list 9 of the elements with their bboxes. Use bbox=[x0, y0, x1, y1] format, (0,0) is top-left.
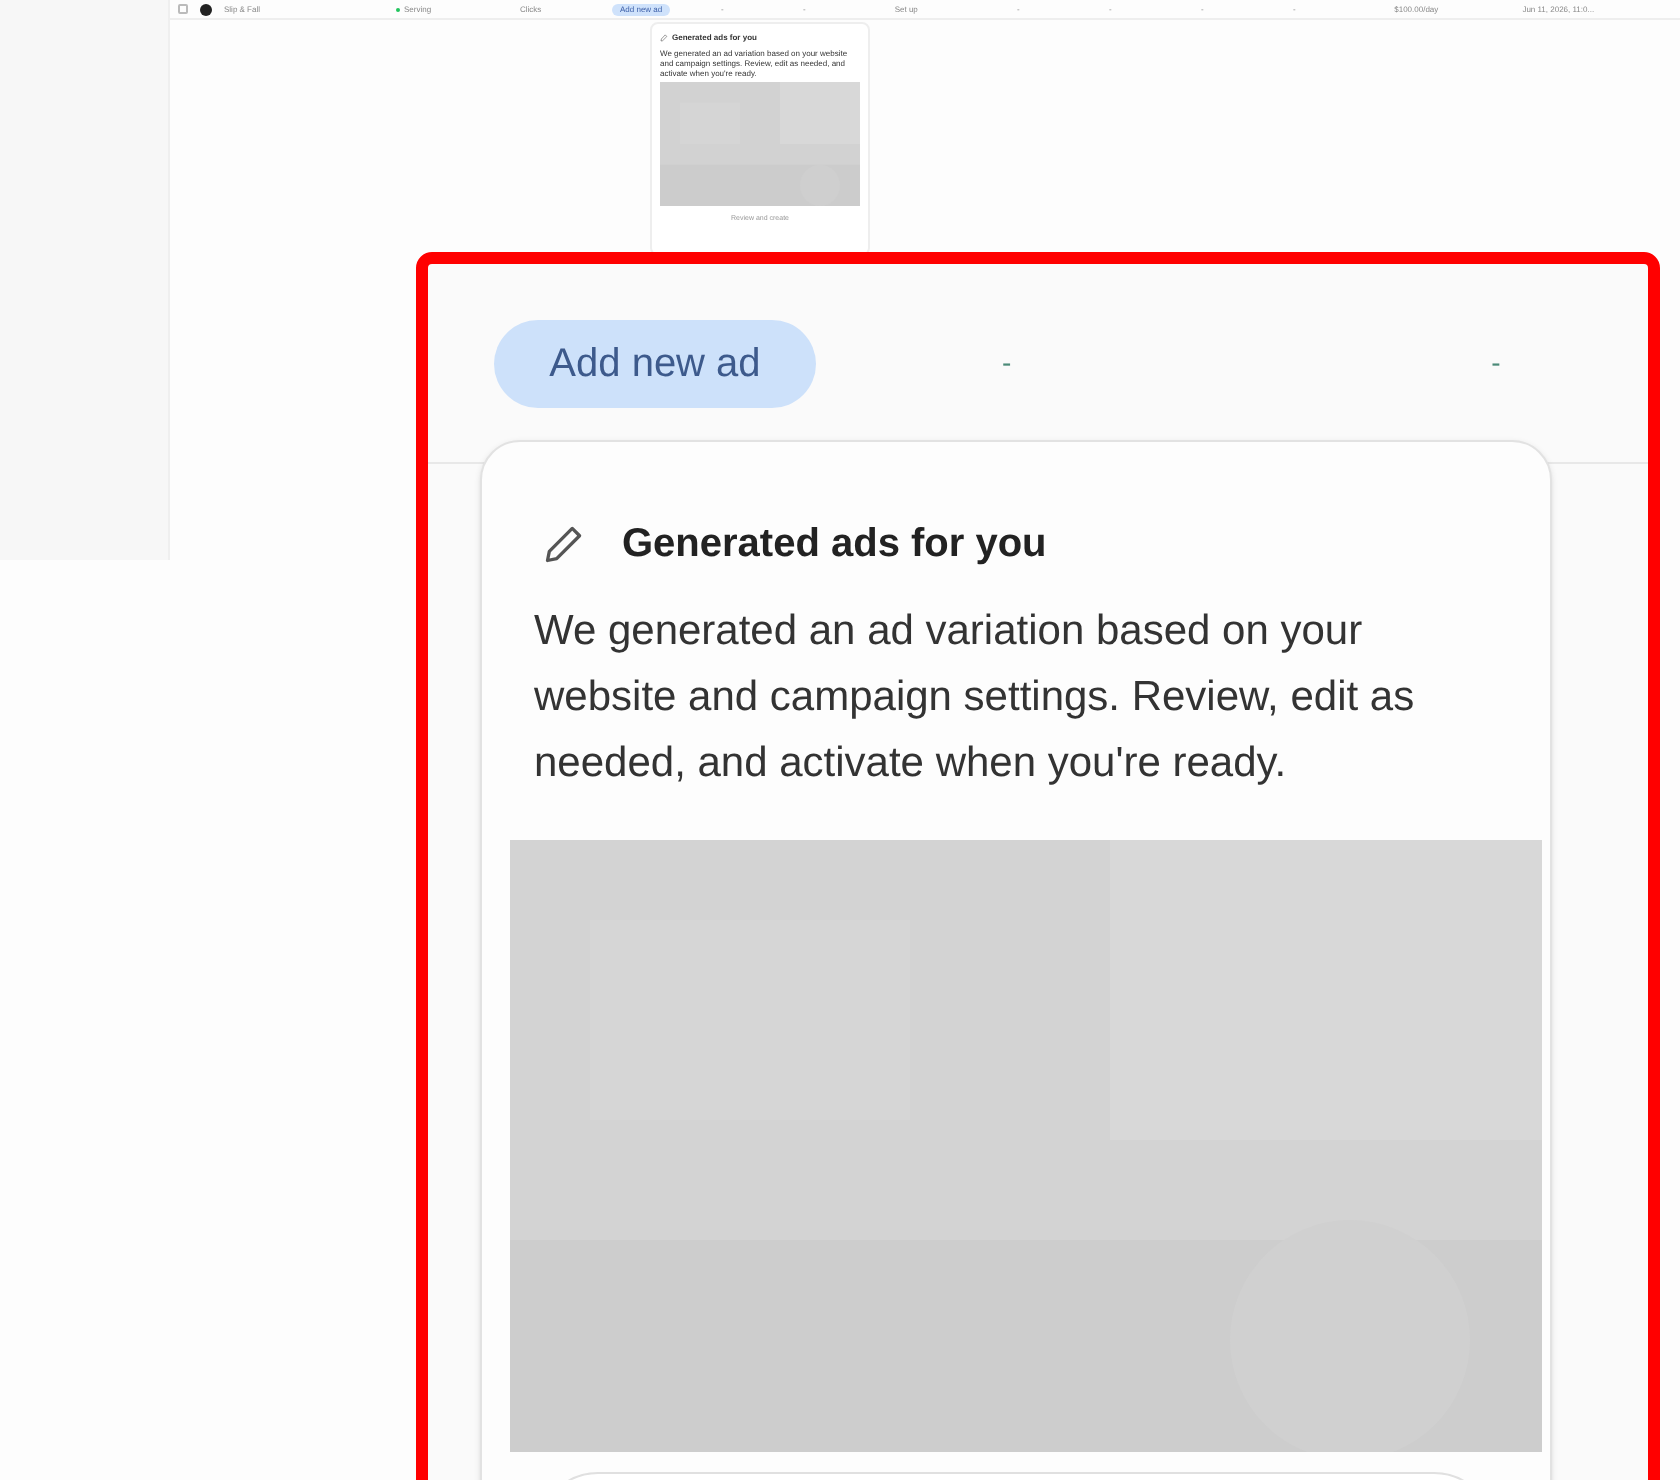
table-cell-text: - bbox=[1491, 344, 1501, 382]
card-description: We generated an ad variation based on your website and campaign settings. Review, edit as needed, and activate when you're ready. bbox=[532, 606, 1417, 790]
pencil-icon bbox=[542, 522, 586, 566]
toggle-icon bbox=[200, 3, 212, 15]
add-ad-button[interactable]: Add new ad bbox=[494, 319, 816, 407]
pencil-icon bbox=[660, 34, 668, 42]
table-cell-text: - bbox=[1002, 344, 1012, 382]
row-checkbox[interactable] bbox=[178, 4, 188, 14]
card-title: Generated ads for you bbox=[622, 520, 1047, 570]
